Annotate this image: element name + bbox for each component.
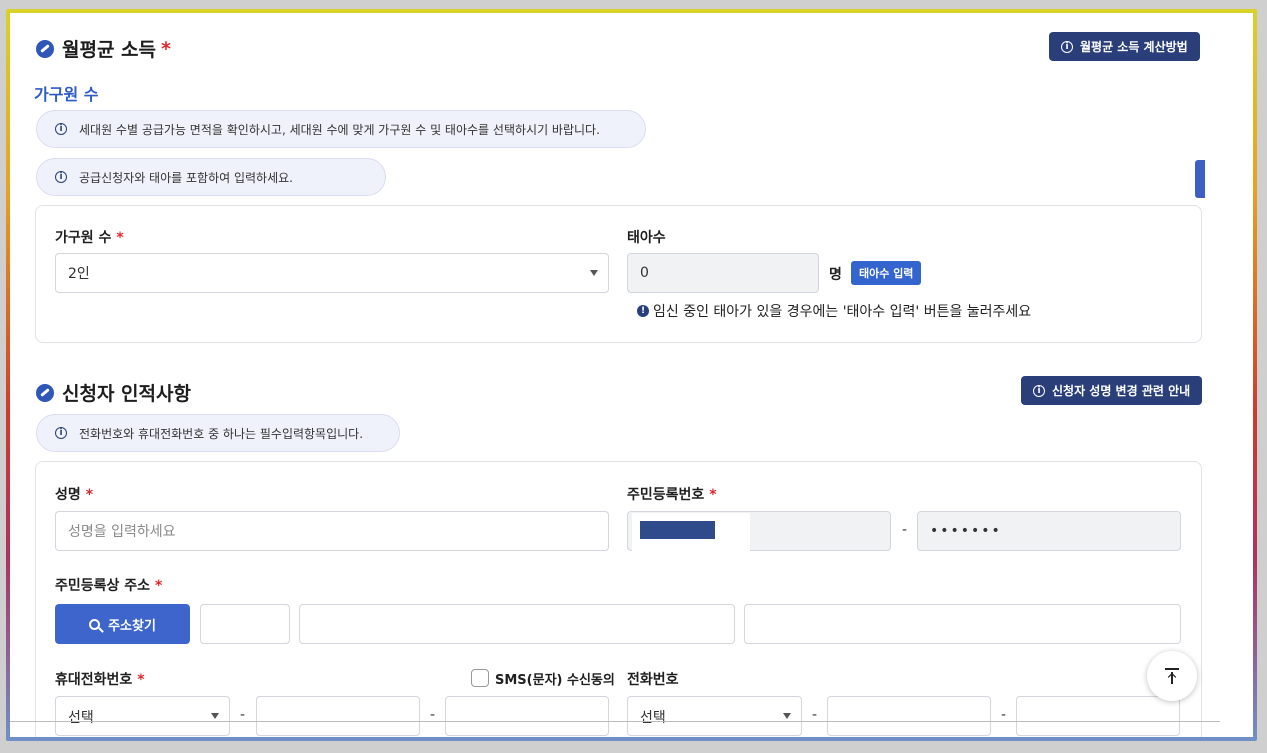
phone-label: 전화번호 — [627, 672, 679, 688]
fetus-note: ! 임신 중인 태아가 있을 경우에는 '태아수 입력' 버튼을 눌러주세요 — [637, 301, 1031, 321]
address-detail-input[interactable] — [744, 604, 1181, 644]
address-input[interactable] — [299, 604, 735, 644]
fetus-note-text: 임신 중인 태아가 있을 경우에는 '태아수 입력' 버튼을 눌러주세요 — [653, 304, 1032, 320]
search-icon — [89, 618, 101, 630]
required-mark: * — [155, 578, 163, 594]
mobile-select-value: 선택 — [68, 710, 94, 726]
income-title-text: 월평균 소득 — [62, 39, 157, 61]
address-search-label: 주소찾기 — [108, 618, 156, 634]
rrn-label-text: 주민등록번호 — [627, 487, 705, 503]
viewport-bottom-divider — [10, 721, 1220, 722]
info-icon: i — [1033, 384, 1045, 397]
name-label: 성명 * — [55, 484, 93, 504]
applicant-title-text: 신청자 인적사항 — [62, 383, 191, 405]
rrn-label: 주민등록번호 * — [627, 484, 717, 504]
address-label: 주민등록상 주소 * — [55, 575, 162, 595]
chevron-down-icon — [783, 713, 791, 719]
phone-middle-input[interactable] — [827, 696, 991, 736]
browser-frame: 월평균 소득 * i 월평균 소득 계산방법 가구원 수 i 세대원 수별 공급… — [6, 9, 1257, 741]
applicant-info-pill: i 전화번호와 휴대전화번호 중 하나는 필수입력항목입니다. — [36, 414, 400, 452]
zipcode-input[interactable] — [200, 604, 290, 644]
members-select[interactable]: 2인 — [55, 253, 609, 293]
household-info-2: 공급신청자와 태아를 포함하여 입력하세요. — [79, 170, 293, 185]
fetus-input-button[interactable]: 태아수 입력 — [851, 261, 922, 285]
side-panel-toggle[interactable] — [1195, 160, 1205, 198]
household-info-pill-1: i 세대원 수별 공급가능 면적을 확인하시고, 세대원 수에 맞게 가구원 수… — [36, 110, 646, 148]
phone-prefix-select[interactable]: 선택 — [627, 696, 802, 736]
applicant-info: 전화번호와 휴대전화번호 중 하나는 필수입력항목입니다. — [79, 426, 364, 441]
name-label-text: 성명 — [55, 487, 81, 503]
required-mark: * — [137, 672, 145, 688]
household-subhead: 가구원 수 — [34, 85, 99, 104]
info-icon: i — [1061, 40, 1073, 53]
mobile-label: 휴대전화번호 * — [55, 669, 145, 689]
fetus-label: 태아수 — [627, 230, 666, 246]
info-icon: i — [55, 123, 67, 135]
page-content: 월평균 소득 * i 월평균 소득 계산방법 가구원 수 i 세대원 수별 공급… — [10, 13, 1253, 737]
sms-consent-label: SMS(문자) 수신동의 — [495, 673, 615, 688]
fetus-unit: 명 — [829, 267, 842, 283]
household-info-1: 세대원 수별 공급가능 면적을 확인하시고, 세대원 수에 맞게 가구원 수 및… — [79, 122, 600, 137]
scroll-to-top-button[interactable] — [1147, 651, 1197, 701]
info-icon: i — [55, 427, 67, 439]
section-check-icon — [36, 39, 54, 58]
applicant-section-title: 신청자 인적사항 — [36, 379, 191, 406]
mobile-middle-input[interactable] — [256, 696, 420, 736]
rrn-dash: - — [902, 522, 908, 538]
info-dot-icon: ! — [637, 305, 649, 317]
rrn-back-input[interactable]: ••••••• — [917, 511, 1181, 551]
rrn-redaction — [640, 521, 715, 539]
address-search-button[interactable]: 주소찾기 — [55, 604, 190, 644]
phone-select-value: 선택 — [640, 710, 666, 726]
chevron-down-icon — [590, 270, 598, 276]
arrow-up-icon — [1165, 668, 1179, 684]
required-mark: * — [116, 230, 124, 246]
members-select-value: 2인 — [68, 266, 90, 282]
income-calc-guide-button[interactable]: i 월평균 소득 계산방법 — [1049, 32, 1200, 61]
name-change-guide-button[interactable]: i 신청자 성명 변경 관련 안내 — [1021, 376, 1203, 405]
chevron-down-icon — [211, 713, 219, 719]
address-label-text: 주민등록상 주소 — [55, 578, 151, 594]
fetus-count-input[interactable]: 0 — [627, 253, 819, 293]
required-mark: * — [85, 487, 94, 503]
income-section-title: 월평균 소득 * — [36, 35, 171, 62]
required-mark: * — [709, 487, 717, 503]
required-mark: * — [161, 37, 171, 60]
section-check-icon — [36, 383, 54, 402]
members-label-text: 가구원 수 — [55, 230, 112, 246]
name-input[interactable]: 성명을 입력하세요 — [55, 511, 609, 551]
mobile-label-text: 휴대전화번호 — [55, 672, 133, 688]
mobile-last-input[interactable] — [445, 696, 609, 736]
income-calc-guide-label: 월평균 소득 계산방법 — [1080, 40, 1188, 54]
sms-consent-checkbox[interactable] — [471, 669, 489, 687]
household-info-pill-2: i 공급신청자와 태아를 포함하여 입력하세요. — [36, 158, 386, 196]
name-change-guide-label: 신청자 성명 변경 관련 안내 — [1052, 384, 1191, 398]
phone-last-input[interactable] — [1016, 696, 1180, 736]
info-icon: i — [55, 171, 67, 183]
members-label: 가구원 수 * — [55, 227, 124, 247]
mobile-prefix-select[interactable]: 선택 — [55, 696, 230, 736]
